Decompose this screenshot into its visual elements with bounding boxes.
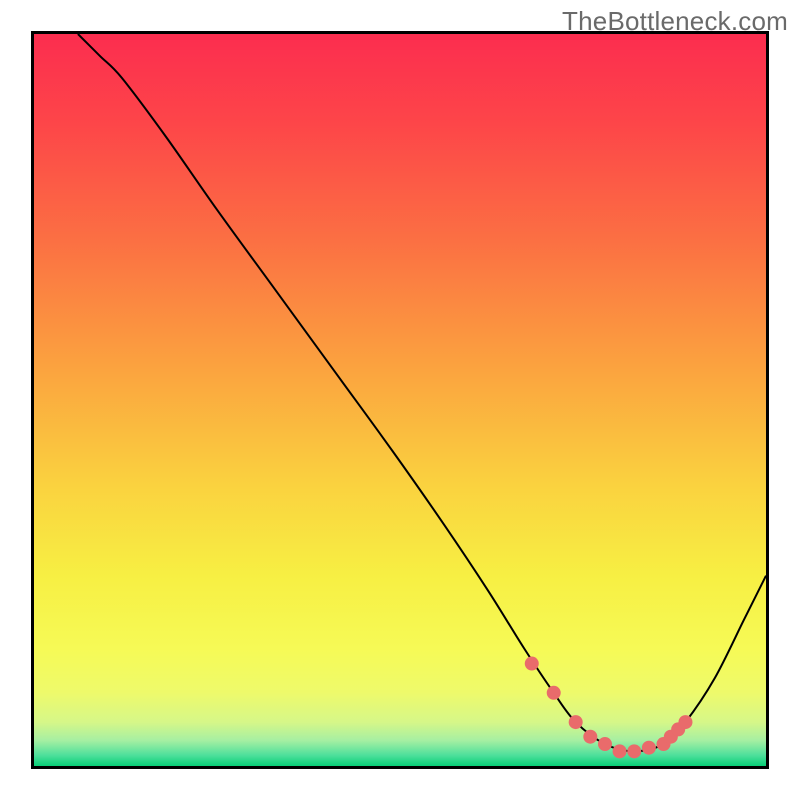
highlight-point (613, 744, 627, 758)
chart-container: TheBottleneck.com (0, 0, 800, 800)
watermark-text: TheBottleneck.com (562, 6, 788, 37)
plot-area (31, 31, 769, 769)
highlight-point (598, 737, 612, 751)
highlight-point (569, 715, 583, 729)
highlight-point (678, 715, 692, 729)
highlight-point (547, 686, 561, 700)
highlight-point (583, 730, 597, 744)
highlight-point (627, 744, 641, 758)
highlight-points (525, 657, 693, 759)
highlight-point (525, 657, 539, 671)
highlight-point (642, 741, 656, 755)
marker-layer (34, 34, 766, 766)
